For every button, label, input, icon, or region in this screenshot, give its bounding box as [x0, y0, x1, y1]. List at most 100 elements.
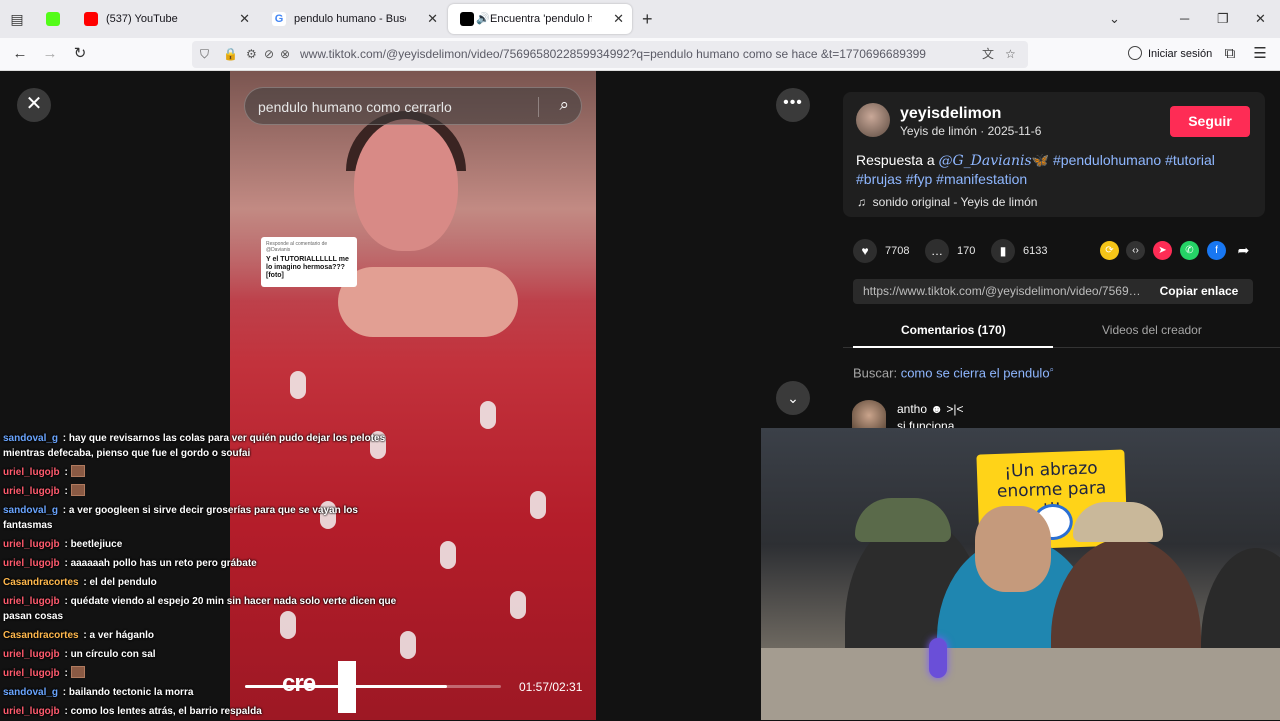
- follow-button[interactable]: Seguir: [1170, 106, 1250, 137]
- kick-favicon-icon: [46, 12, 60, 26]
- chat-message: uriel_lugojb :: [3, 463, 403, 482]
- chat-username[interactable]: sandoval_g: [3, 433, 58, 444]
- tab-bar: ▤ (537) YouTube ✕ G pendulo humano - Bus…: [0, 0, 1280, 38]
- repost-icon[interactable]: ⟳: [1100, 241, 1119, 260]
- close-tab-icon[interactable]: ✕: [239, 4, 250, 34]
- account-icon: [1128, 46, 1142, 60]
- send-icon[interactable]: ➤: [1153, 241, 1172, 260]
- forward-icon[interactable]: →: [39, 44, 61, 64]
- video-search-bar[interactable]: pendulo humano como cerrarlo ⌕: [244, 87, 582, 125]
- tab-comments[interactable]: Comentarios (170): [901, 323, 1006, 337]
- tab-google[interactable]: G pendulo humano - Buscar con Google ✕: [260, 4, 446, 34]
- tab-list-icon[interactable]: ▤: [6, 9, 28, 29]
- restore-icon[interactable]: ❐: [1217, 10, 1229, 28]
- creator-handle[interactable]: yeyisdelimon: [900, 105, 1001, 123]
- camera-blocked-icon[interactable]: ⊘: [264, 45, 274, 63]
- translate-icon[interactable]: 文: [982, 45, 994, 63]
- youtube-favicon-icon: [84, 12, 98, 26]
- search-suggestion-query[interactable]: como se cierra el pendulo: [901, 365, 1050, 380]
- microphone: [929, 638, 947, 678]
- search-icon[interactable]: ⌕: [559, 95, 569, 115]
- description-prefix: Respuesta a: [856, 152, 939, 168]
- tiktok-favicon-icon: [460, 12, 474, 26]
- url-bar[interactable]: ⛉ 🔒 ⚙ ⊘ ⊗ www.tiktok.com/@yeyisdelimon/v…: [192, 41, 1028, 68]
- tab-tiktok[interactable]: 🔊 Encuentra 'pendulo humano como cerrarl…: [448, 4, 632, 34]
- tab-youtube[interactable]: (537) YouTube ✕: [72, 4, 258, 34]
- embed-icon[interactable]: ‹›: [1126, 241, 1145, 260]
- comment-button[interactable]: … 170: [925, 237, 975, 265]
- save-button[interactable]: ▮ 6133: [991, 237, 1047, 265]
- creator-avatar[interactable]: [856, 103, 890, 137]
- video-link[interactable]: https://www.tiktok.com/@yeyisdelimon/vid…: [863, 284, 1145, 298]
- chat-username[interactable]: uriel_lugojb: [3, 539, 60, 550]
- comment-avatar[interactable]: [852, 400, 886, 428]
- tab-kick[interactable]: [36, 4, 70, 34]
- menu-icon[interactable]: ☰: [1249, 44, 1271, 64]
- comment-username[interactable]: antho ☻ >|<: [897, 402, 963, 416]
- chat-username[interactable]: uriel_lugojb: [3, 486, 60, 497]
- panel-tabs: Comentarios (170) Videos del creador: [843, 316, 1280, 348]
- lock-icon[interactable]: 🔒: [223, 45, 238, 63]
- search-suggestion[interactable]: Buscar: como se cierra el pendulo⌕: [853, 365, 1054, 380]
- new-tab-icon[interactable]: +: [642, 9, 653, 29]
- facebook-icon[interactable]: f: [1207, 241, 1226, 260]
- tiktok-video-page: ✕ Responde al comentario de @Davianis Y …: [0, 71, 1280, 720]
- chat-text: a ver háganlo: [89, 630, 154, 641]
- share-arrow-icon[interactable]: ➦: [1234, 241, 1253, 260]
- bookmark-star-icon[interactable]: ☆: [1005, 45, 1016, 63]
- creator-subtitle: Yeyis de limón · 2025-11-6: [900, 124, 1042, 138]
- mention-link[interactable]: @G_Davianis: [939, 153, 1032, 169]
- list-all-tabs-icon[interactable]: ⌄: [1109, 10, 1120, 28]
- chat-emote-icon: [70, 666, 85, 678]
- url-text[interactable]: www.tiktok.com/@yeyisdelimon/video/75696…: [300, 47, 926, 61]
- reply-sticker-text: Y el TUTORIALLLLLL me lo imagino hermosa…: [266, 256, 349, 279]
- chat-username[interactable]: uriel_lugojb: [3, 596, 60, 607]
- chat-message: uriel_lugojb : quédate viendo al espejo …: [3, 596, 397, 622]
- save-count: 6133: [1023, 245, 1048, 257]
- search-mini-icon: ⌕: [1049, 365, 1055, 374]
- reload-icon[interactable]: ↻: [69, 44, 91, 64]
- next-video-icon[interactable]: ⌄: [776, 381, 810, 415]
- tab-creator-videos[interactable]: Videos del creador: [1102, 323, 1202, 337]
- sound-link[interactable]: ♫ sonido original - Yeyis de limón: [857, 195, 1037, 209]
- more-options-icon[interactable]: •••: [776, 88, 810, 122]
- like-button[interactable]: ♥ 7708: [853, 237, 909, 265]
- copy-link-button[interactable]: Copiar enlace: [1145, 279, 1253, 304]
- close-tab-icon[interactable]: ✕: [613, 4, 624, 34]
- butterfly-emoji: 🦋: [1031, 152, 1050, 168]
- sound-name: sonido original - Yeyis de limón: [872, 195, 1038, 209]
- music-note-icon: ♫: [857, 195, 866, 209]
- signin-button[interactable]: Iniciar sesión: [1128, 46, 1212, 60]
- chat-username[interactable]: Casandracortes: [3, 577, 79, 588]
- active-tab-underline: [853, 346, 1053, 348]
- chat-username[interactable]: uriel_lugojb: [3, 668, 60, 679]
- chat-username[interactable]: uriel_lugojb: [3, 706, 60, 717]
- chat-username[interactable]: uriel_lugojb: [3, 649, 60, 660]
- chat-username[interactable]: sandoval_g: [3, 687, 58, 698]
- speaker-icon[interactable]: 🔊: [476, 4, 490, 34]
- search-query[interactable]: pendulo humano como cerrarlo: [258, 99, 452, 115]
- chat-username[interactable]: sandoval_g: [3, 505, 58, 516]
- webcam-overlay: ¡Un abrazo enorme para ti!: [761, 428, 1280, 720]
- chat-username[interactable]: uriel_lugojb: [3, 467, 60, 478]
- chat-username[interactable]: Casandracortes: [3, 630, 79, 641]
- close-window-icon[interactable]: ✕: [1255, 10, 1266, 28]
- chat-text: beetlejiuce: [70, 539, 123, 550]
- search-suggestion-label: Buscar:: [853, 365, 901, 381]
- reply-sticker: Responde al comentario de @Davianis Y el…: [261, 237, 357, 287]
- shield-icon[interactable]: ⛉: [200, 45, 209, 63]
- chat-message: sandoval_g : hay que revisarnos las cola…: [3, 433, 386, 459]
- close-tab-icon[interactable]: ✕: [427, 4, 438, 34]
- video-progress-bar[interactable]: [245, 685, 501, 688]
- permissions-icon[interactable]: ⚙: [246, 45, 257, 63]
- chat-username[interactable]: uriel_lugojb: [3, 558, 60, 569]
- minimize-icon[interactable]: ─: [1180, 10, 1189, 28]
- chat-text: como los lentes atrás, el barrio respald…: [70, 706, 262, 717]
- extensions-icon[interactable]: ⧉: [1219, 44, 1241, 64]
- autoplay-blocked-icon[interactable]: ⊗: [280, 45, 290, 63]
- close-video-icon[interactable]: ✕: [17, 88, 51, 122]
- back-icon[interactable]: ←: [9, 44, 31, 64]
- whatsapp-icon[interactable]: ✆: [1180, 241, 1199, 260]
- chat-message: Casandracortes : el del pendulo: [3, 577, 157, 588]
- tab-title: Encuentra 'pendulo humano como cerrarlo': [490, 13, 592, 25]
